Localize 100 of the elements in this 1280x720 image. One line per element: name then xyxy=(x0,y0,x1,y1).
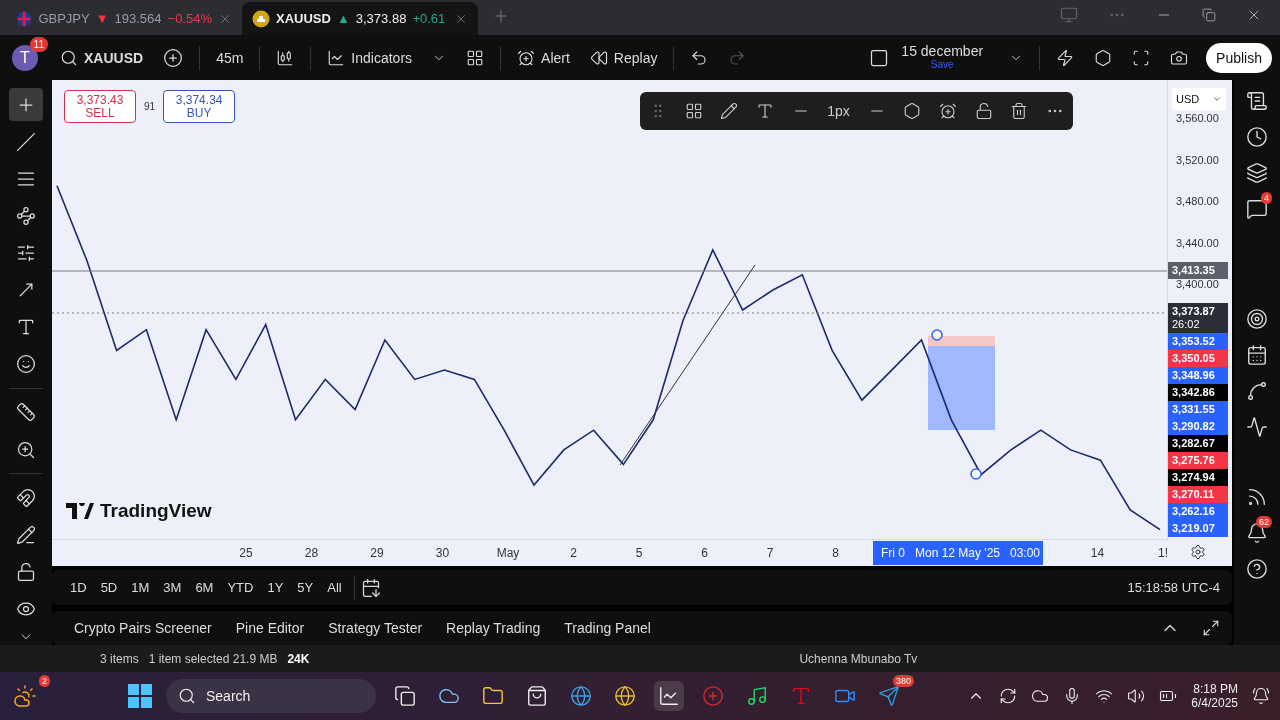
chart-line-icon[interactable] xyxy=(1246,416,1268,438)
tab-price: 3,373.88 xyxy=(355,11,407,26)
calendar-icon[interactable] xyxy=(1246,344,1268,366)
replay-button[interactable]: Replay xyxy=(581,42,666,73)
volume-icon[interactable] xyxy=(1127,687,1146,705)
range-button[interactable]: 5Y xyxy=(291,576,320,599)
buy-button[interactable]: 3,374.34 BUY xyxy=(163,90,236,123)
sun-cloud-icon[interactable] xyxy=(13,684,37,708)
folder-icon[interactable] xyxy=(482,685,504,707)
chart-app-icon[interactable] xyxy=(658,685,680,707)
music-icon[interactable] xyxy=(746,685,768,707)
settings-icon[interactable] xyxy=(903,102,922,120)
layout-grid-icon[interactable] xyxy=(466,48,485,67)
drag-handle[interactable] xyxy=(970,468,982,480)
taskbar-time: 8:18 PM xyxy=(1193,682,1238,696)
unlocked-padlock-icon[interactable] xyxy=(974,102,993,120)
fullscreen-icon[interactable] xyxy=(1132,48,1151,67)
pencil-icon[interactable] xyxy=(720,102,739,120)
alert-button[interactable]: Alert xyxy=(509,42,578,73)
add-symbol-icon[interactable] xyxy=(163,47,184,68)
flag-icon xyxy=(16,9,33,28)
templates-icon[interactable] xyxy=(684,102,703,120)
panel-tab[interactable]: Replay Trading xyxy=(436,614,551,642)
price-tick: 3,440.00 xyxy=(1176,236,1219,249)
paper-plane-icon[interactable] xyxy=(878,685,900,707)
search-icon xyxy=(178,687,196,705)
time-label: 14 xyxy=(1090,546,1105,560)
range-button[interactable]: YTD xyxy=(221,576,260,599)
text-icon[interactable] xyxy=(755,102,774,120)
monitor-icon[interactable] xyxy=(1060,5,1078,24)
browser-tab[interactable]: GBPJPY ▼ 193.564 −0.54% xyxy=(6,2,242,35)
camera-icon[interactable] xyxy=(1170,48,1189,67)
settings-icon[interactable] xyxy=(1190,544,1206,560)
maximize-icon[interactable] xyxy=(1202,619,1220,637)
price-tag: 3,413.35 xyxy=(1168,262,1228,280)
browser-icon[interactable] xyxy=(614,685,636,707)
alarm-clock-icon xyxy=(517,48,536,67)
currency-select[interactable]: USD xyxy=(1172,88,1226,110)
windows-logo-icon[interactable] xyxy=(128,684,152,708)
square-icon[interactable] xyxy=(869,47,890,68)
sell-button[interactable]: 3,373.43 SELL xyxy=(64,90,136,123)
settings-icon[interactable] xyxy=(1094,48,1113,67)
unlocked-padlock-icon xyxy=(16,561,36,582)
watermark-logo: TradingView xyxy=(66,500,212,522)
target-icon[interactable] xyxy=(1246,308,1268,330)
store-icon[interactable] xyxy=(526,685,548,707)
lightning-icon[interactable] xyxy=(1056,48,1075,67)
tab-price: 193.564 xyxy=(114,11,162,26)
tool-button[interactable] xyxy=(9,88,43,122)
range-button[interactable]: 3M xyxy=(157,576,188,599)
trash-icon[interactable] xyxy=(1010,102,1029,120)
range-button[interactable]: 1Y xyxy=(261,576,290,599)
panel-tab[interactable]: Strategy Tester xyxy=(318,614,433,642)
panel-tab[interactable]: Crypto Pairs Screener xyxy=(64,614,222,642)
drag-handle[interactable] xyxy=(931,329,943,341)
panel-tab[interactable]: Trading Panel xyxy=(554,614,661,642)
signal-icon[interactable] xyxy=(1246,486,1268,508)
help-icon[interactable] xyxy=(1246,558,1268,580)
search-field[interactable]: Search xyxy=(166,679,376,713)
browser-icon[interactable] xyxy=(570,685,592,707)
layers-icon[interactable] xyxy=(1246,162,1268,184)
time-label: 25 xyxy=(239,546,253,560)
alerts-badge: 62 xyxy=(1256,516,1272,528)
indicators-button[interactable]: Indicators xyxy=(319,42,421,73)
time-label: 6 xyxy=(701,546,708,560)
search-icon xyxy=(60,48,78,67)
range-button[interactable]: 1D xyxy=(64,576,93,599)
watchlist-icon[interactable] xyxy=(1246,90,1268,112)
line-width[interactable]: 1px xyxy=(827,103,850,119)
interval-button[interactable]: 45m xyxy=(208,43,252,72)
range-button[interactable]: 5D xyxy=(94,576,124,599)
price-tick: 3,520.00 xyxy=(1176,153,1219,166)
notification-badge: 11 xyxy=(29,36,48,52)
letter-icon[interactable] xyxy=(790,685,812,707)
range-button[interactable]: 6M xyxy=(189,576,220,599)
clock-icon[interactable] xyxy=(1246,126,1268,148)
range-button[interactable]: All xyxy=(321,576,348,599)
bell-icon[interactable] xyxy=(1252,687,1270,705)
candles-icon[interactable] xyxy=(276,48,295,67)
range-button[interactable]: 1M xyxy=(125,576,156,599)
cloud-icon[interactable] xyxy=(1031,687,1050,705)
selection-info: 1 item selected 21.9 MB xyxy=(148,651,278,666)
price-tag: 3,350.05 xyxy=(1168,350,1228,368)
layout-name[interactable]: 15 december xyxy=(901,44,984,58)
smiley-icon xyxy=(16,354,36,375)
undo-icon[interactable] xyxy=(690,48,709,67)
task-view-icon[interactable] xyxy=(394,685,416,707)
save-link[interactable]: Save xyxy=(930,57,954,71)
panel-tab[interactable]: Pine Editor xyxy=(225,614,315,642)
curves-icon[interactable] xyxy=(1246,380,1268,402)
sync-icon[interactable] xyxy=(999,687,1018,705)
direction-arrow: ▼ xyxy=(95,11,109,26)
symbol-search[interactable]: XAUUSD xyxy=(52,42,152,73)
time-label: 5 xyxy=(635,546,643,560)
crosshair-time-label: Fri 0 Mon 12 May '25 03:00 xyxy=(873,541,1043,565)
alarm-clock-icon[interactable] xyxy=(938,102,957,120)
calendar-icon[interactable] xyxy=(360,577,381,598)
browser-tab[interactable]: XAUUSD ▲ 3,373.88 +0.61 xyxy=(242,2,478,35)
price-tag: 3,219.07 xyxy=(1168,520,1228,538)
publish-button[interactable]: Publish xyxy=(1206,42,1272,73)
